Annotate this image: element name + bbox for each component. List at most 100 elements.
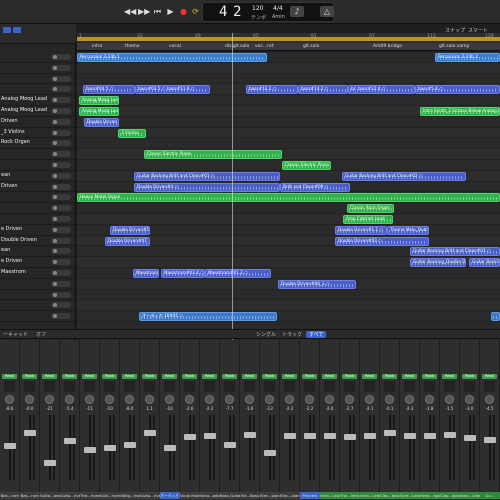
region[interactable]: Analog Moog Lead — [79, 107, 119, 116]
channel-name[interactable]: Elec...plano — [260, 492, 280, 499]
region[interactable]: Amp Cabinet Lead — [343, 215, 393, 224]
pan-knob[interactable] — [5, 395, 14, 404]
track-header[interactable] — [0, 160, 75, 171]
track-header[interactable]: Driven — [0, 117, 75, 128]
volume-fader[interactable] — [424, 432, 436, 439]
pan-knob[interactable] — [405, 395, 414, 404]
channel-name[interactable]: Intro...Lead — [360, 492, 380, 499]
region[interactable]: Maelstrom#6 ○ — [133, 269, 159, 278]
automation-read-button[interactable]: Read — [222, 374, 237, 379]
automation-read-button[interactable]: Read — [382, 374, 397, 379]
pan-knob[interactable] — [465, 395, 474, 404]
track-header[interactable]: ean — [0, 246, 75, 258]
volume-slider[interactable] — [51, 270, 71, 276]
instrument-icon[interactable] — [284, 381, 295, 392]
volume-slider[interactable] — [51, 248, 71, 255]
instrument-icon[interactable] — [44, 381, 55, 392]
volume-fader[interactable] — [284, 433, 296, 440]
track-lane[interactable] — [77, 214, 500, 225]
automation-read-button[interactable]: Read — [322, 374, 337, 379]
region[interactable]: Classic Rock Organ — [347, 204, 394, 214]
automation-read-button[interactable]: Read — [202, 374, 217, 379]
region[interactable]: Classic Electric Piano — [282, 161, 331, 170]
volume-slider[interactable] — [51, 302, 71, 309]
arrangement-marker[interactable]: git.solo.vamp — [439, 44, 469, 49]
volume-slider[interactable] — [51, 183, 71, 190]
track-lane[interactable] — [77, 300, 500, 312]
pan-knob[interactable] — [25, 395, 34, 404]
volume-slider[interactable] — [51, 226, 71, 233]
automation-read-button[interactable]: Read — [122, 374, 137, 379]
volume-fader[interactable] — [144, 430, 156, 436]
instrument-icon[interactable] — [324, 381, 335, 392]
instrument-icon[interactable] — [204, 381, 215, 392]
region[interactable]: bass#11.9 ○ — [164, 85, 210, 95]
volume-fader[interactable] — [444, 432, 456, 439]
record-button[interactable]: ● — [178, 6, 189, 17]
track-header[interactable]: e Driven — [0, 257, 75, 268]
channel-name[interactable]: Amp...Lead — [460, 492, 480, 499]
track-header[interactable] — [0, 203, 75, 214]
region[interactable]: Intro Synth_2 Octave Below Analog Mono L… — [420, 107, 500, 116]
volume-fader[interactable] — [304, 433, 316, 440]
arrangement-marker[interactable]: git.solo — [303, 44, 319, 49]
channel-name[interactable]: Gulta...rived — [60, 492, 80, 499]
pan-knob[interactable] — [205, 395, 214, 404]
channel-name[interactable]: Bass Guitar — [220, 492, 240, 499]
pan-knob[interactable] — [305, 395, 314, 404]
volume-fader[interactable] — [364, 433, 376, 440]
region[interactable]: Classic Electric Piano — [144, 150, 282, 160]
instrument-icon[interactable] — [264, 381, 275, 392]
automation-read-button[interactable]: Read — [342, 374, 357, 379]
channel-name[interactable]: Guit...riven — [100, 492, 120, 499]
instrument-icon[interactable] — [464, 381, 475, 392]
volume-fader[interactable] — [484, 436, 496, 443]
playhead[interactable] — [232, 33, 233, 349]
pan-knob[interactable] — [325, 395, 334, 404]
pan-knob[interactable] — [65, 395, 74, 404]
volume-slider[interactable] — [51, 280, 71, 287]
metronome-icon[interactable]: △ — [320, 6, 334, 17]
region[interactable]: Percussion 2-24b.3 — [435, 53, 500, 62]
region[interactable] — [491, 312, 500, 322]
channel-name[interactable]: Clas...lano — [380, 492, 400, 499]
instrument-icon[interactable] — [164, 381, 175, 392]
pan-knob[interactable] — [105, 395, 114, 404]
automation-read-button[interactable]: Read — [82, 374, 97, 379]
track-header[interactable] — [0, 192, 75, 204]
track-lane[interactable] — [77, 290, 500, 301]
track-header[interactable]: Driven — [0, 182, 75, 193]
track-header[interactable] — [0, 149, 75, 160]
fast-forward-icon[interactable]: ▶▶ — [138, 6, 150, 17]
volume-fader[interactable] — [384, 430, 396, 437]
volume-slider[interactable] — [51, 54, 71, 60]
track-header[interactable] — [0, 84, 75, 96]
track-header[interactable]: _3 Violins — [0, 128, 75, 139]
channel-name[interactable]: Preview — [300, 492, 320, 499]
region[interactable]: Double Driven#07 — [105, 236, 150, 246]
volume-slider[interactable] — [51, 162, 71, 168]
volume-fader[interactable] — [184, 433, 196, 440]
automation-read-button[interactable]: Read — [22, 374, 37, 379]
pan-knob[interactable] — [185, 395, 194, 404]
arrangement-marker[interactable]: intro — [92, 44, 102, 49]
volume-fader[interactable] — [244, 432, 256, 439]
play-button[interactable]: ▶ — [165, 6, 176, 17]
volume-slider[interactable] — [51, 129, 71, 136]
volume-slider[interactable] — [51, 205, 71, 212]
volume-fader[interactable] — [4, 442, 16, 449]
region[interactable]: Double Driven ○ — [84, 117, 119, 127]
pan-knob[interactable] — [425, 395, 434, 404]
automation-read-button[interactable]: Read — [422, 374, 437, 379]
region[interactable]: 3 Violins — [118, 128, 146, 138]
track-header[interactable]: e Driven — [0, 225, 75, 236]
automation-read-button[interactable]: Read — [62, 374, 77, 379]
track-lane[interactable] — [77, 203, 500, 214]
track-lane[interactable] — [77, 138, 500, 150]
volume-fader[interactable] — [24, 430, 36, 436]
tab-track[interactable]: トラック — [282, 331, 302, 338]
arrangement-marker[interactable]: dis.git.solo — [225, 44, 249, 49]
pan-knob[interactable] — [385, 395, 394, 404]
region[interactable]: Guitar Backing Britt and Clean#01 ○ — [134, 171, 280, 181]
region[interactable]: Guitar Backing Britt and Clean#02 ○ — [342, 171, 466, 181]
